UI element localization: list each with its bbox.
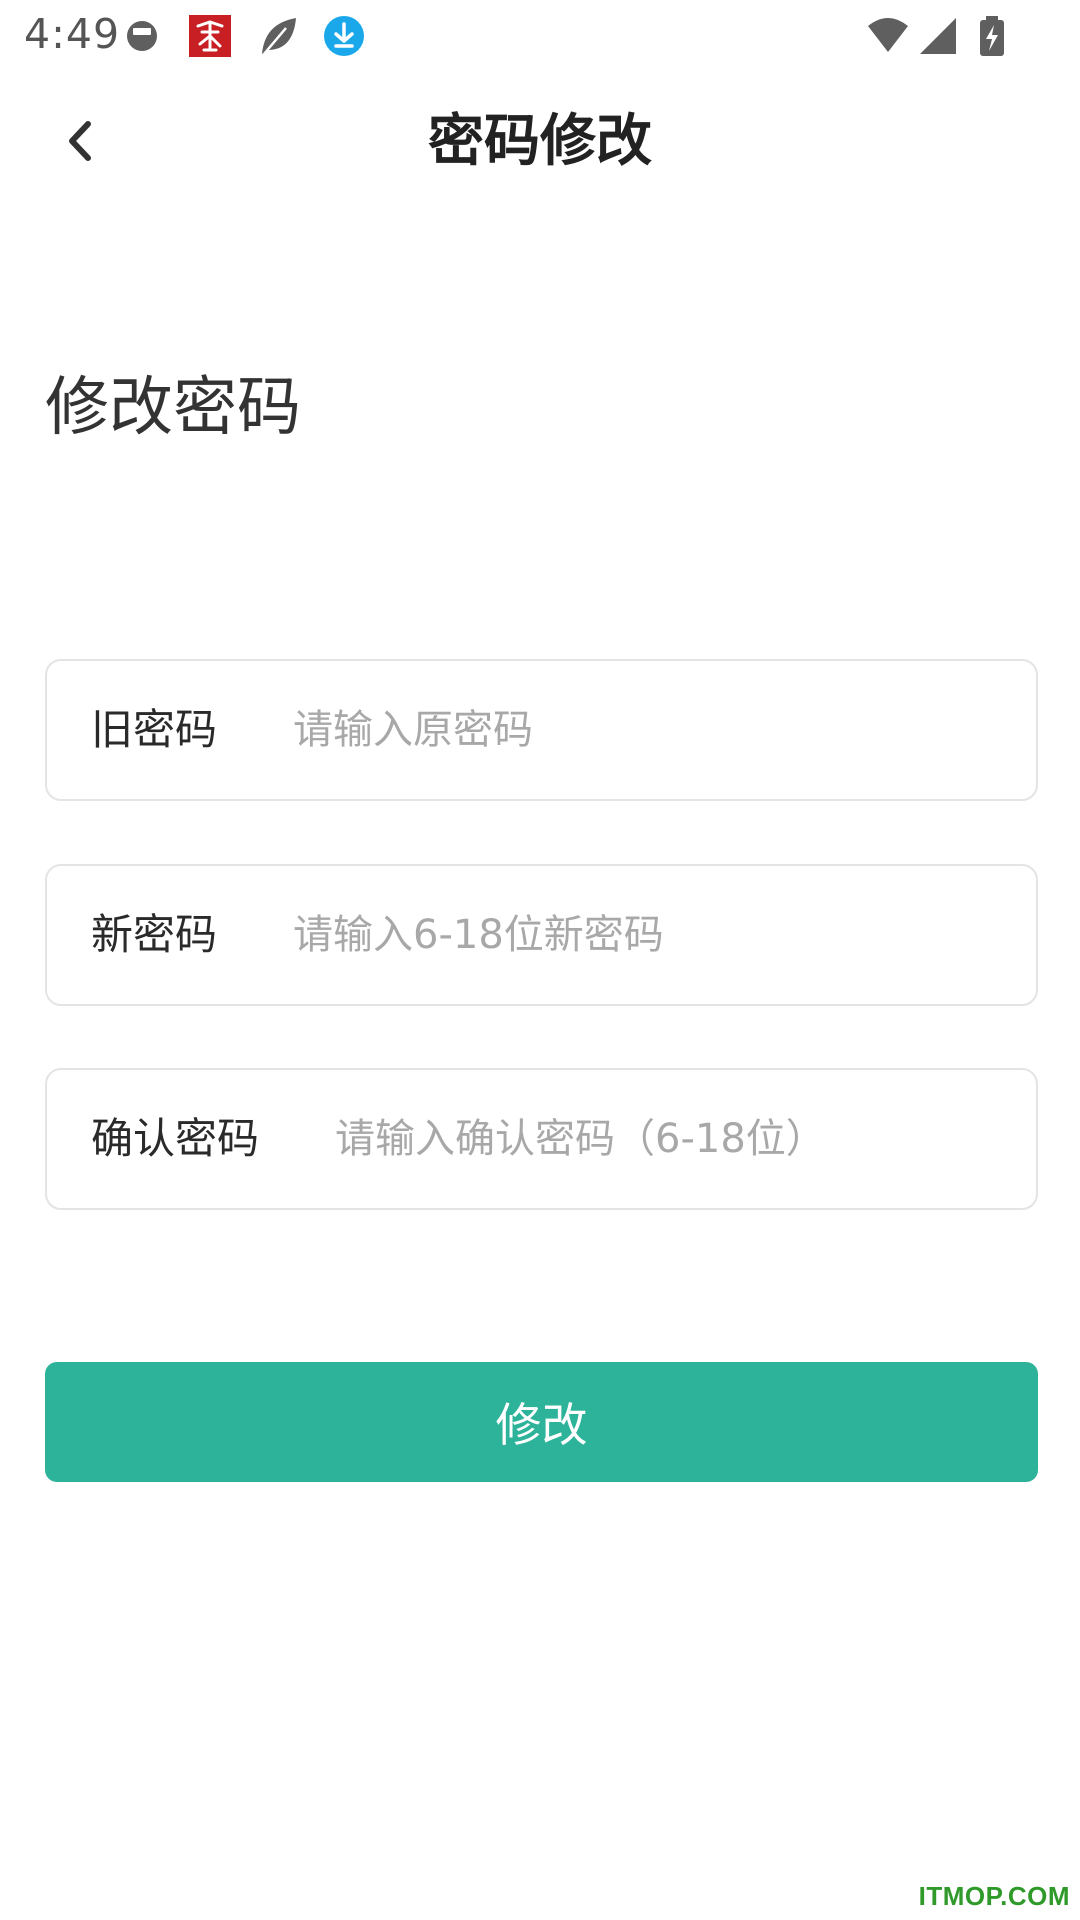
cellular-signal-icon — [916, 14, 960, 58]
app-header: 密码修改 — [0, 80, 1080, 204]
app-notification-icon — [188, 14, 232, 58]
new-password-input[interactable] — [293, 894, 993, 976]
leaf-icon — [256, 14, 300, 58]
old-password-input[interactable] — [293, 689, 993, 771]
download-icon — [322, 14, 366, 58]
battery-charging-icon — [970, 14, 1014, 58]
watermark: ITMOP.COM — [918, 1881, 1070, 1911]
status-bar: 4:49 — [0, 0, 1080, 72]
wifi-icon — [866, 14, 910, 58]
old-password-row: 旧密码 — [45, 659, 1038, 801]
section-heading: 修改密码 — [45, 371, 301, 445]
old-password-label: 旧密码 — [91, 705, 218, 754]
dnd-icon — [120, 14, 164, 58]
confirm-password-input[interactable] — [335, 1098, 995, 1180]
submit-button[interactable]: 修改 — [45, 1362, 1038, 1482]
page-title: 密码修改 — [428, 109, 652, 174]
status-time: 4:49 — [24, 10, 121, 58]
new-password-row: 新密码 — [45, 864, 1038, 1006]
confirm-password-label: 确认密码 — [91, 1114, 260, 1163]
confirm-password-row: 确认密码 — [45, 1068, 1038, 1210]
new-password-label: 新密码 — [91, 910, 218, 959]
